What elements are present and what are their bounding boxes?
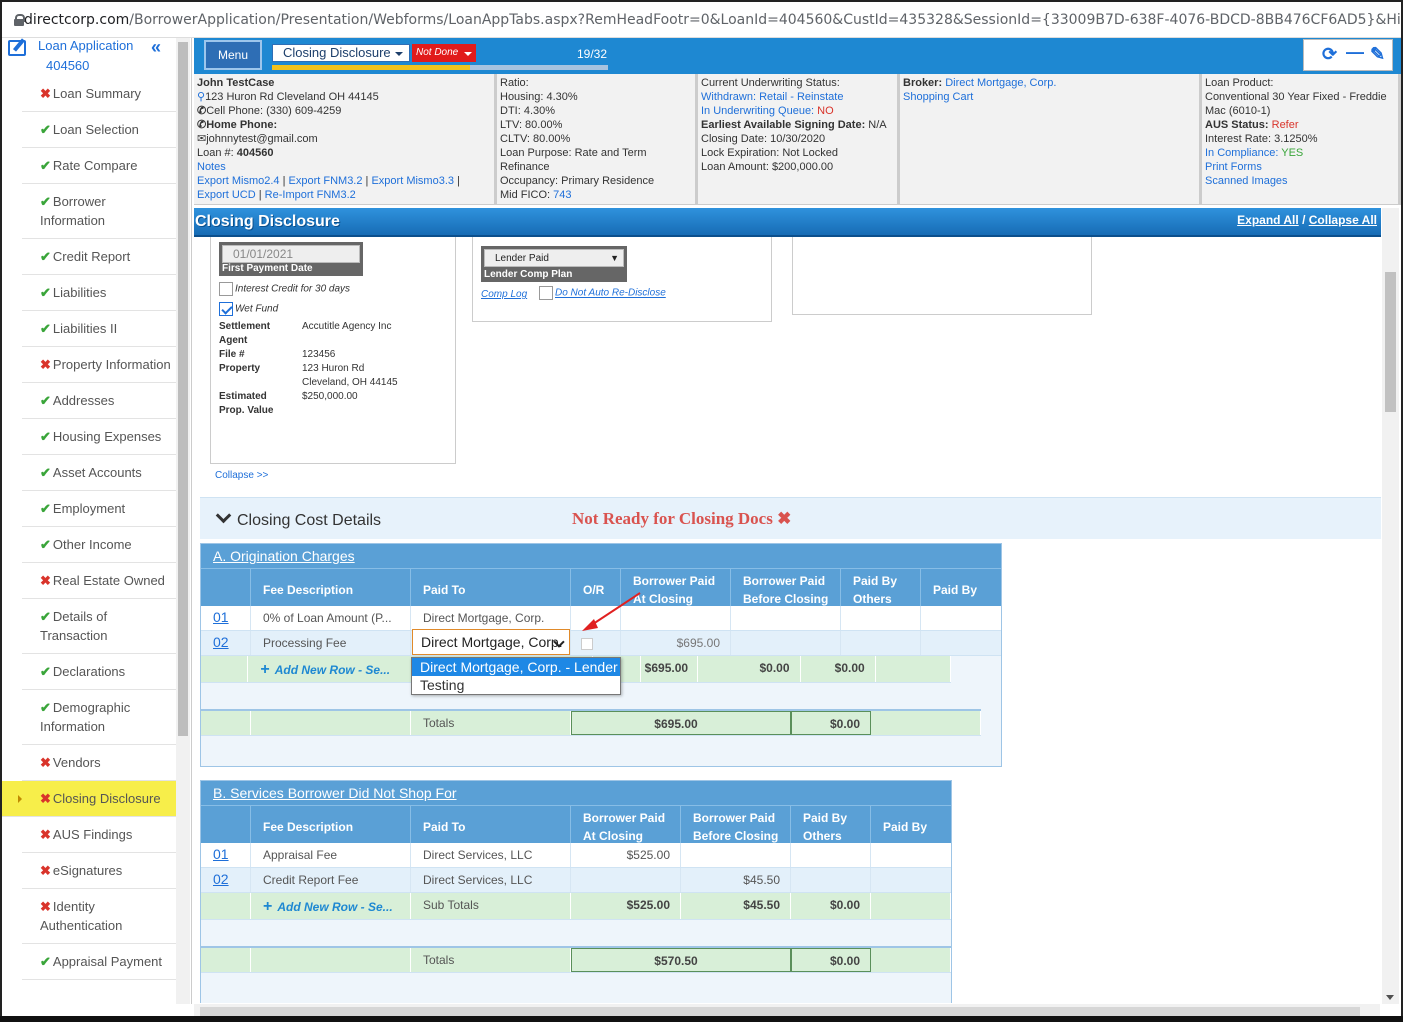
annotation-arrow [582,592,641,631]
browser-window: directcorp.com/BorrowerApplication/Prese… [0,0,1403,1022]
